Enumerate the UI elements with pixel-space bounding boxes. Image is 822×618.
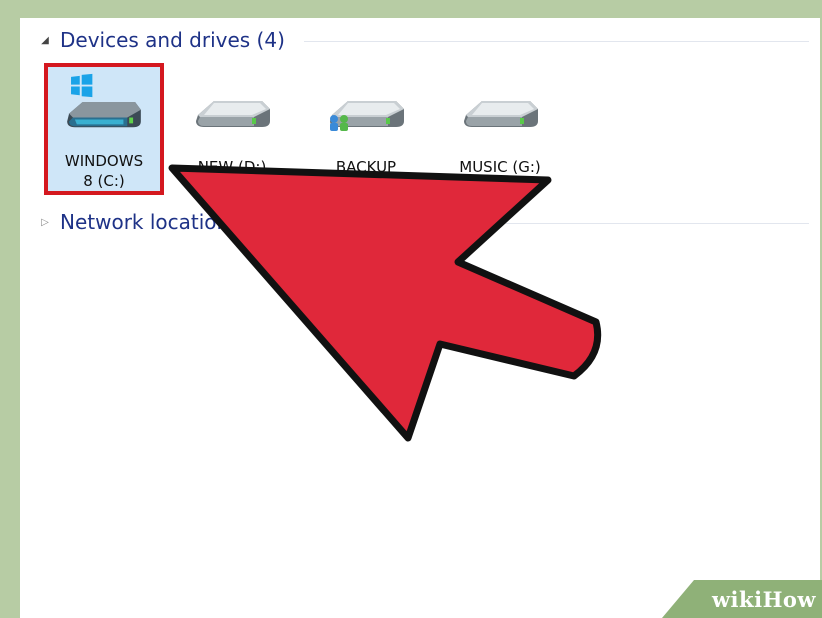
- network-locations-header[interactable]: ▷ Network locations: [38, 208, 240, 236]
- drive-music-g[interactable]: MUSIC (G:): [440, 63, 560, 195]
- devices-and-drives-header[interactable]: ◢ Devices and drives (4): [38, 26, 285, 54]
- drive-label: MUSIC (G:): [459, 158, 541, 176]
- wikihow-watermark: wikiHow: [662, 580, 822, 618]
- group-divider-line: [304, 41, 809, 42]
- group-divider-line: [234, 223, 809, 224]
- hard-drive-icon: [196, 101, 270, 127]
- network-drive-icon: [330, 101, 404, 131]
- devices-and-drives-label: Devices and drives (4): [60, 28, 285, 52]
- drive-label: NEW (D:): [197, 158, 267, 176]
- expanded-triangle-icon[interactable]: ◢: [38, 35, 52, 46]
- watermark-text: wikiHow: [711, 587, 816, 612]
- drive-label: WINDOWS 8 (C:): [64, 152, 144, 190]
- drive-backup[interactable]: BACKUP: [306, 63, 426, 195]
- explorer-content-pane: ◢ Devices and drives (4) WINDOWS 8 (C:): [20, 18, 820, 618]
- drive-label: BACKUP: [335, 158, 397, 176]
- collapsed-triangle-icon[interactable]: ▷: [38, 217, 52, 228]
- drive-windows-c[interactable]: WINDOWS 8 (C:): [44, 63, 164, 195]
- drive-new-d[interactable]: NEW (D:): [172, 63, 292, 195]
- windows-drive-icon: [67, 73, 141, 128]
- hard-drive-icon: [464, 101, 538, 127]
- network-locations-label: Network locations: [60, 210, 240, 234]
